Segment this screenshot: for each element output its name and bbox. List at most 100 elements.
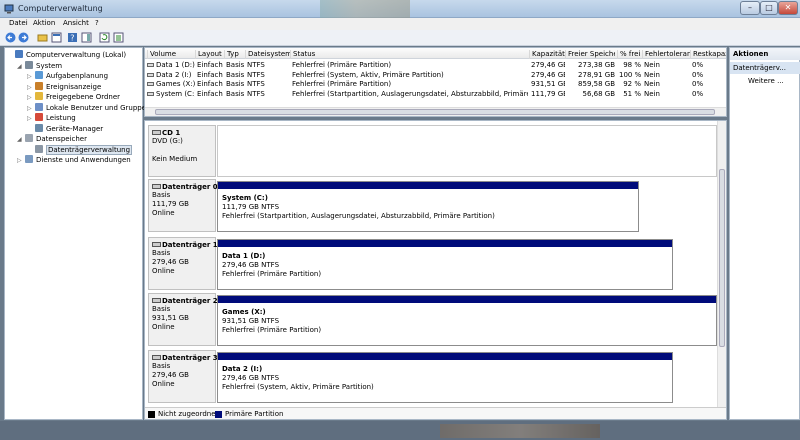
table-cell: 273,38 GB	[578, 61, 615, 69]
disk-name: Datenträger 3	[162, 354, 218, 362]
tree-item-label: Ereignisanzeige	[46, 82, 102, 91]
column-header[interactable]: Typ	[224, 50, 245, 59]
horizontal-scrollbar[interactable]	[145, 107, 726, 116]
export-list-icon[interactable]	[113, 32, 124, 43]
partition-name: Data 1 (D:)	[222, 252, 266, 260]
table-cell: Fehlerfrei (Primäre Partition)	[292, 80, 392, 88]
expand-toggle-icon[interactable]: ◢	[17, 63, 25, 70]
partition-name: Data 2 (I:)	[222, 365, 263, 373]
table-row[interactable]: Data 1 (D:) Einfach Basis NTFS Fehlerfrei (P…	[145, 60, 726, 70]
partition-block[interactable]: System (C:) 111,79 GB NTFS Fehlerfrei (Sta…	[217, 181, 639, 232]
expand-toggle-icon[interactable]: ◢	[17, 136, 25, 143]
column-header[interactable]: Restkapazitä	[690, 50, 726, 59]
expand-toggle-icon[interactable]: ▷	[27, 84, 35, 91]
services-icon	[25, 155, 33, 163]
partition-block[interactable]: Data 2 (I:) 279,46 GB NTFS Fehlerfrei (Sys…	[217, 352, 673, 403]
tree-item[interactable]: Geräte-Manager	[27, 123, 103, 134]
tree-item-label: Datenträgerverwaltung	[46, 144, 133, 155]
tree-item[interactable]: Computerverwaltung (Lokal)	[7, 50, 126, 60]
disk-info[interactable]: Datenträger 0 Basis 111,79 GB Online	[148, 179, 218, 232]
tree-item-label: Leistung	[46, 114, 76, 122]
minimize-button[interactable]: –	[740, 1, 760, 15]
table-cell: 278,91 GB	[578, 70, 615, 79]
expand-toggle-icon[interactable]: ▷	[17, 157, 25, 164]
menu-help[interactable]: ?	[95, 19, 99, 27]
volume-icon	[147, 63, 154, 67]
column-header[interactable]: Kapazität	[529, 50, 565, 59]
partition-block[interactable]: Games (X:) 931,51 GB NTFS Fehlerfrei (Prim…	[217, 295, 717, 346]
column-header[interactable]: Fehlertoleranz	[642, 50, 690, 59]
back-arrow-icon[interactable]	[5, 32, 16, 43]
volume-list: Volume Layout Typ Dateisystem Status Kapazitä…	[144, 47, 727, 117]
disk-info[interactable]: Datenträger 1 Basis 279,46 GB Online	[148, 237, 218, 290]
scrollbar-thumb[interactable]	[155, 109, 715, 115]
tree-item[interactable]: ◢ System	[17, 60, 62, 71]
menu-action[interactable]: Aktion	[33, 19, 55, 27]
tree-item[interactable]: ▷ Leistung	[27, 113, 76, 123]
vertical-scrollbar[interactable]	[717, 121, 726, 408]
close-button[interactable]: ✕	[778, 1, 798, 15]
column-header[interactable]: % frei	[617, 50, 641, 59]
disk-detail: 111,79 GB	[152, 200, 189, 208]
table-row[interactable]: Games (X:) Einfach Basis NTFS Fehlerfrei (Pr…	[145, 79, 726, 89]
menu-view[interactable]: Ansicht	[63, 19, 89, 27]
table-cell: 859,58 GB	[578, 80, 615, 88]
tree-item-label: Lokale Benutzer und Gruppen	[46, 103, 151, 112]
help-icon[interactable]: ?	[67, 32, 78, 43]
disk-info[interactable]: Datenträger 2 Basis 931,51 GB Online	[148, 293, 218, 346]
expand-toggle-icon[interactable]: ▷	[27, 105, 35, 112]
forward-arrow-icon[interactable]	[18, 32, 29, 43]
column-header[interactable]: Layout	[195, 50, 224, 59]
table-cell: 0%	[692, 89, 704, 98]
tree-item[interactable]: ◢ Datenspeicher	[17, 134, 87, 144]
column-header[interactable]: Freier Speicher	[565, 50, 615, 59]
table-row[interactable]: Data 2 (I:) Einfach Basis NTFS Fehlerfrei (S…	[145, 70, 726, 80]
scrollbar-thumb[interactable]	[719, 169, 725, 347]
disk-info[interactable]: Datenträger 3 Basis 279,46 GB Online	[148, 350, 218, 403]
table-cell: NTFS	[247, 89, 265, 98]
disk-detail: Basis	[152, 305, 171, 313]
tree-item[interactable]: ▷ Aufgabenplanung	[27, 71, 108, 81]
column-header[interactable]: Volume	[147, 50, 195, 59]
cdrom-info[interactable]: CD 1 DVD (G:) Kein Medium	[148, 125, 216, 177]
disk-name: Datenträger 0	[162, 183, 218, 191]
tree-item[interactable]: ▷ Ereignisanzeige	[27, 81, 102, 92]
legend: Nicht zugeordnet Primäre Partition	[145, 407, 726, 419]
table-cell: NTFS	[247, 61, 265, 69]
table-cell: Einfach	[197, 70, 223, 79]
table-cell: 111,79 GB	[531, 89, 565, 98]
actions-disk-management[interactable]: Datenträgerv...	[730, 62, 800, 74]
tree-item[interactable]: ▷ Lokale Benutzer und Gruppen	[27, 102, 151, 113]
folder-up-icon[interactable]	[37, 32, 48, 43]
actions-more[interactable]: Weitere ...	[748, 77, 784, 85]
volume-icon	[147, 91, 154, 96]
disk-detail: Basis	[152, 362, 171, 370]
table-cell: 51 %	[623, 89, 641, 98]
expand-toggle-icon[interactable]: ▷	[27, 115, 35, 122]
tree-item[interactable]: Datenträgerverwaltung	[27, 144, 133, 155]
disk-detail: 279,46 GB	[152, 371, 189, 379]
shared-folder-icon	[35, 92, 43, 100]
refresh-icon[interactable]	[99, 32, 110, 43]
tree-item[interactable]: ▷ Freigegebene Ordner	[27, 92, 120, 102]
disk-detail: Online	[152, 323, 175, 331]
partition-block[interactable]: Data 1 (D:) 279,46 GB NTFS Fehlerfrei (Pri…	[217, 239, 673, 290]
show-hide-pane-icon[interactable]	[81, 32, 92, 43]
expand-toggle-icon[interactable]: ▷	[27, 94, 35, 101]
table-cell: Nein	[644, 70, 660, 79]
column-header[interactable]: Status	[290, 50, 528, 59]
disk-detail: DVD (G:)	[152, 137, 183, 145]
column-header[interactable]: Dateisystem	[245, 50, 290, 59]
partition-size: 279,46 GB NTFS	[222, 261, 280, 269]
properties-icon[interactable]	[51, 32, 62, 43]
table-cell: Einfach	[197, 89, 223, 98]
storage-icon	[25, 134, 33, 142]
disk-detail: Kein Medium	[152, 155, 198, 163]
menu-file[interactable]: Datei	[9, 19, 28, 27]
expand-toggle-icon[interactable]: ▷	[27, 73, 35, 80]
maximize-button[interactable]: □	[760, 1, 778, 15]
legend-label-primary: Primäre Partition	[225, 410, 284, 418]
table-row[interactable]: System (C:) Einfach Basis NTFS Fehlerfrei (S…	[145, 89, 726, 99]
disk-name: Datenträger 1	[162, 241, 218, 249]
tree-item[interactable]: ▷ Dienste und Anwendungen	[17, 155, 131, 165]
